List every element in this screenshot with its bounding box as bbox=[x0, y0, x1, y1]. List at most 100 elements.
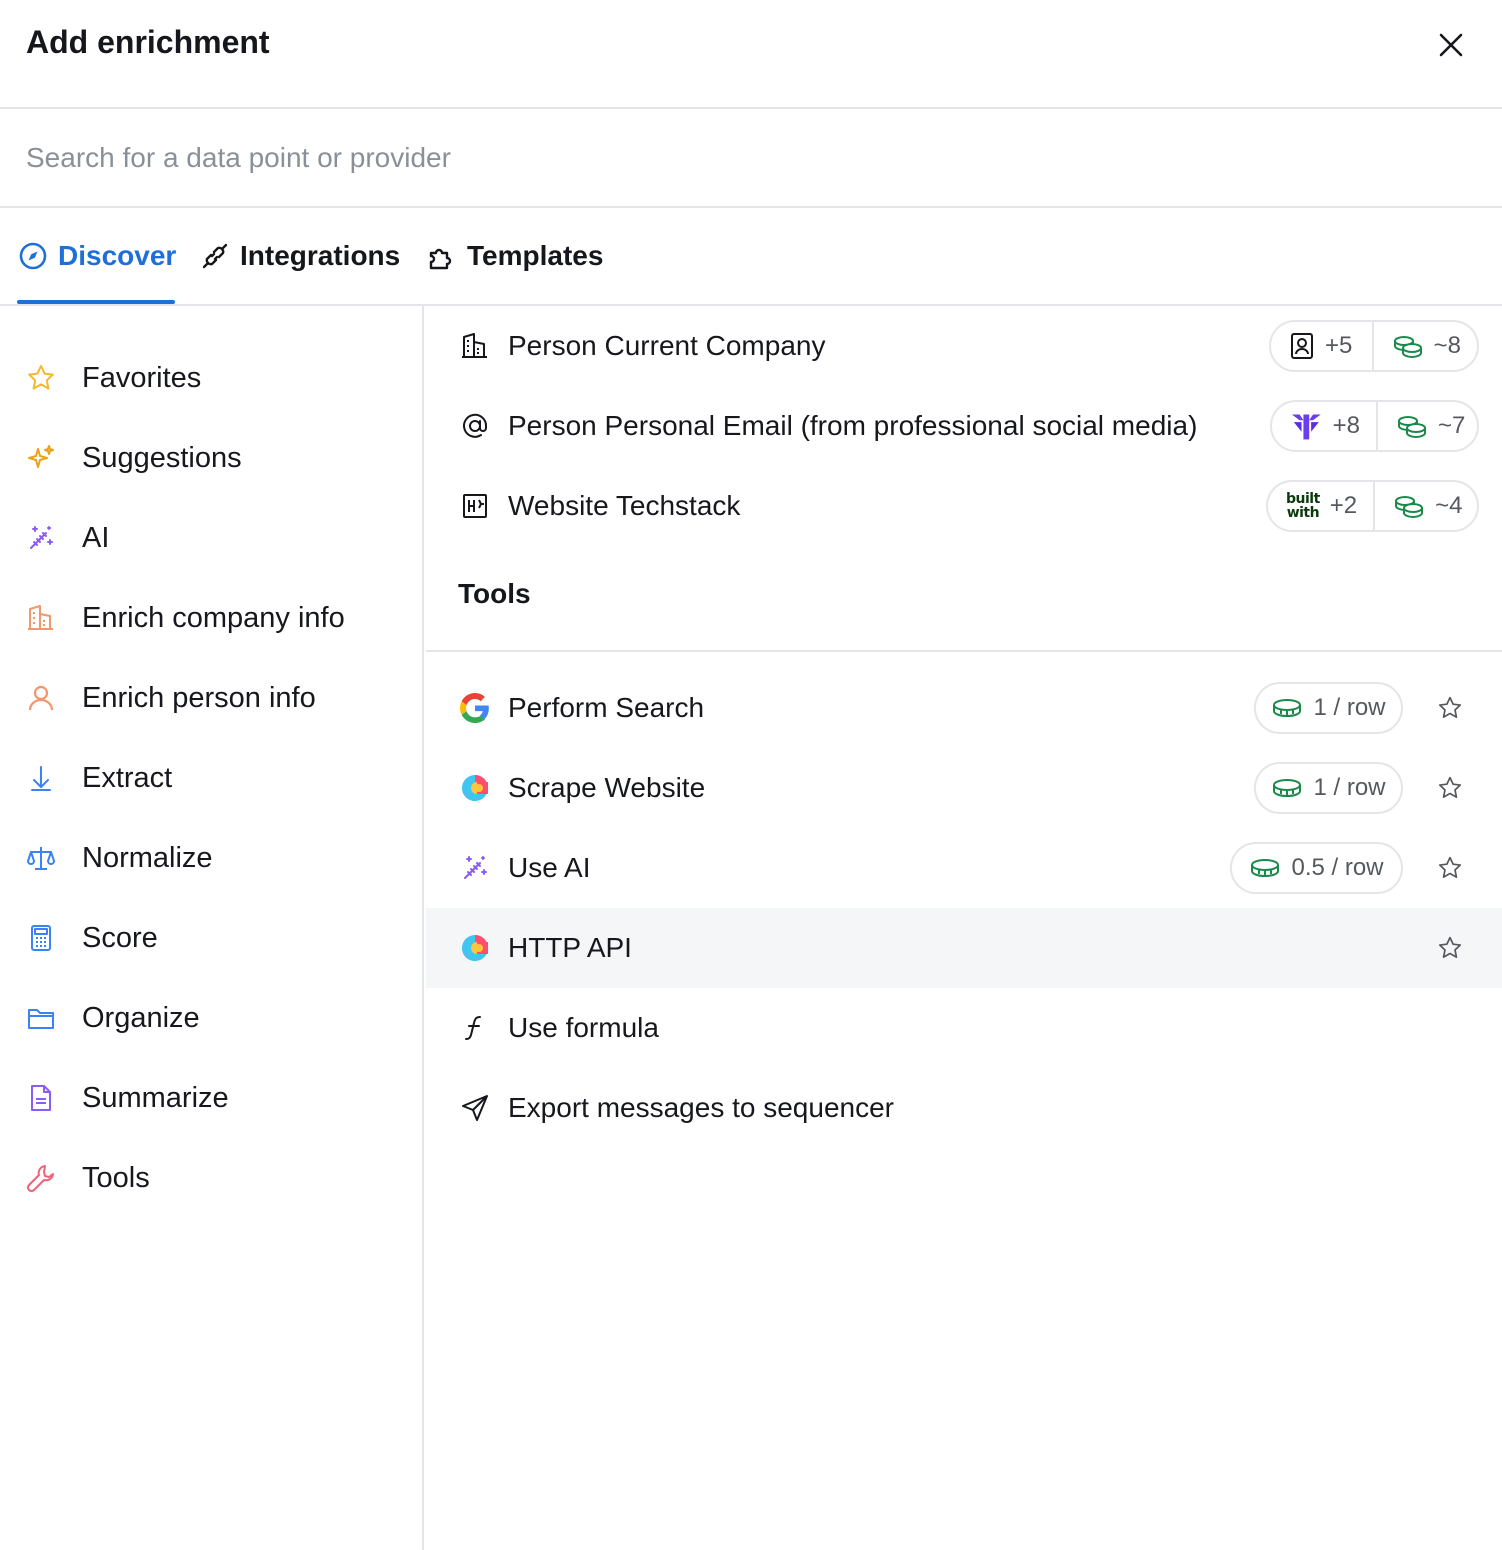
arrow-down-icon bbox=[25, 762, 57, 794]
cost-badge: 1 / row bbox=[1254, 762, 1403, 814]
modal-title: Add enrichment bbox=[26, 24, 270, 60]
credit-estimate: ~7 bbox=[1376, 402, 1481, 450]
techstack-icon bbox=[459, 490, 491, 522]
star-outline-icon bbox=[1438, 776, 1462, 798]
sparkles-icon bbox=[25, 442, 57, 474]
compass-icon bbox=[19, 242, 47, 270]
document-icon bbox=[25, 1082, 57, 1114]
sidebar-item-label: Enrich person info bbox=[82, 682, 316, 714]
tool-label: Use AI bbox=[508, 852, 591, 883]
sidebar-item-tools[interactable]: Tools bbox=[0, 1138, 422, 1218]
coins-icon bbox=[1395, 496, 1424, 519]
search-bar bbox=[0, 109, 1502, 208]
sidebar-item-extract[interactable]: Extract bbox=[0, 738, 422, 818]
tab-templates[interactable]: Templates bbox=[427, 208, 603, 304]
sidebar-item-enrich-company-info[interactable]: Enrich company info bbox=[0, 578, 422, 658]
star-outline-icon bbox=[1438, 696, 1462, 718]
function-icon bbox=[459, 1012, 491, 1044]
provider-logo-icon bbox=[1291, 414, 1321, 440]
close-icon bbox=[1439, 33, 1463, 57]
credit-estimate: ~4 bbox=[1373, 482, 1478, 530]
search-input[interactable] bbox=[26, 135, 1466, 181]
magic-wand-icon bbox=[25, 522, 57, 554]
provider-count: +8 bbox=[1272, 402, 1376, 450]
tool-label: Use formula bbox=[508, 1012, 659, 1043]
star-icon bbox=[25, 362, 57, 394]
building-icon bbox=[25, 602, 57, 634]
favorite-button[interactable] bbox=[1434, 692, 1466, 724]
star-outline-icon bbox=[1438, 856, 1462, 878]
building-icon bbox=[459, 330, 491, 362]
enrichment-label: Person Current Company bbox=[508, 330, 826, 361]
wrench-icon bbox=[25, 1162, 57, 1194]
active-tab-indicator bbox=[17, 300, 175, 304]
enrichment-row-website-techstack[interactable]: Website Techstack built with +2 ~4 bbox=[426, 466, 1502, 546]
tool-label: Export messages to sequencer bbox=[508, 1092, 894, 1123]
sidebar-item-label: Suggestions bbox=[82, 442, 242, 474]
cost-badge: 0.5 / row bbox=[1230, 842, 1403, 894]
provider-badge: +8 ~7 bbox=[1270, 400, 1479, 452]
tool-row-export-messages[interactable]: Export messages to sequencer bbox=[426, 1068, 1502, 1148]
send-icon bbox=[459, 1092, 491, 1124]
google-icon bbox=[459, 692, 491, 724]
sidebar-item-enrich-person-info[interactable]: Enrich person info bbox=[0, 658, 422, 738]
sidebar-item-suggestions[interactable]: Suggestions bbox=[0, 418, 422, 498]
coins-icon bbox=[1398, 416, 1426, 439]
favorite-button[interactable] bbox=[1434, 852, 1466, 884]
sidebar-item-summarize[interactable]: Summarize bbox=[0, 1058, 422, 1138]
tool-row-perform-search[interactable]: Perform Search 1 / row bbox=[426, 668, 1502, 748]
sidebar-item-label: Extract bbox=[82, 762, 173, 794]
modal-header: Add enrichment bbox=[0, 0, 1502, 109]
enrichment-label: Website Techstack bbox=[508, 490, 741, 521]
enrichment-label: Person Personal Email (from professional… bbox=[508, 410, 1198, 441]
tool-label: Scrape Website bbox=[508, 772, 706, 803]
sidebar-item-organize[interactable]: Organize bbox=[0, 978, 422, 1058]
tool-row-use-ai[interactable]: Use AI 0.5 / row bbox=[426, 828, 1502, 908]
plug-icon bbox=[202, 243, 228, 269]
scale-icon bbox=[25, 842, 57, 874]
coins-icon bbox=[1393, 336, 1422, 359]
close-button[interactable] bbox=[1430, 24, 1472, 66]
tool-row-http-api[interactable]: HTTP API bbox=[426, 908, 1502, 988]
favorite-button[interactable] bbox=[1434, 932, 1466, 964]
tool-row-use-formula[interactable]: Use formula bbox=[426, 988, 1502, 1068]
tool-label: HTTP API bbox=[508, 932, 632, 963]
sidebar-item-score[interactable]: Score bbox=[0, 898, 422, 978]
enrichment-row-person-current-company[interactable]: Person Current Company +5 ~8 bbox=[426, 306, 1502, 386]
calculator-icon bbox=[25, 922, 57, 954]
provider-count: +5 bbox=[1271, 322, 1372, 370]
coin-icon bbox=[1273, 779, 1302, 798]
puzzle-icon bbox=[429, 248, 452, 270]
sidebar-item-label: Tools bbox=[82, 1162, 150, 1194]
tool-row-scrape-website[interactable]: Scrape Website 1 / row bbox=[426, 748, 1502, 828]
clay-logo-icon bbox=[459, 932, 491, 964]
tab-label: Integrations bbox=[240, 240, 401, 271]
sidebar-item-ai[interactable]: AI bbox=[0, 498, 422, 578]
builtwith-logo: built with bbox=[1286, 491, 1320, 521]
provider-count: built with +2 bbox=[1286, 491, 1358, 521]
sidebar-item-label: Organize bbox=[82, 1002, 200, 1034]
provider-badge: +5 ~8 bbox=[1269, 320, 1479, 372]
section-title-tools: Tools bbox=[458, 578, 531, 609]
person-icon bbox=[25, 682, 57, 714]
sidebar-item-favorites[interactable]: Favorites bbox=[0, 338, 422, 418]
sidebar-item-normalize[interactable]: Normalize bbox=[0, 818, 422, 898]
magic-wand-icon bbox=[459, 852, 491, 884]
enrichment-row-person-personal-email[interactable]: Person Personal Email (from professional… bbox=[426, 386, 1502, 466]
credit-estimate: ~8 bbox=[1371, 322, 1477, 370]
tab-integrations[interactable]: Integrations bbox=[200, 208, 400, 304]
sidebar-item-label: Score bbox=[82, 922, 158, 954]
at-sign-icon bbox=[459, 410, 491, 442]
tab-discover[interactable]: Discover bbox=[18, 208, 176, 304]
sidebar-item-label: Enrich company info bbox=[82, 602, 345, 634]
folder-icon bbox=[25, 1002, 57, 1034]
provider-badge: built with +2 ~4 bbox=[1266, 480, 1479, 532]
tool-label: Perform Search bbox=[508, 692, 705, 723]
tab-bar: Discover Integrations Templates bbox=[0, 208, 1502, 306]
sidebar-item-label: Favorites bbox=[82, 362, 202, 394]
coin-icon bbox=[1273, 699, 1302, 718]
favorite-button[interactable] bbox=[1434, 772, 1466, 804]
contact-card-icon bbox=[1291, 333, 1313, 359]
category-sidebar: Favorites Suggestions AI Enrich company … bbox=[0, 306, 424, 1550]
clay-logo-icon bbox=[459, 772, 491, 804]
